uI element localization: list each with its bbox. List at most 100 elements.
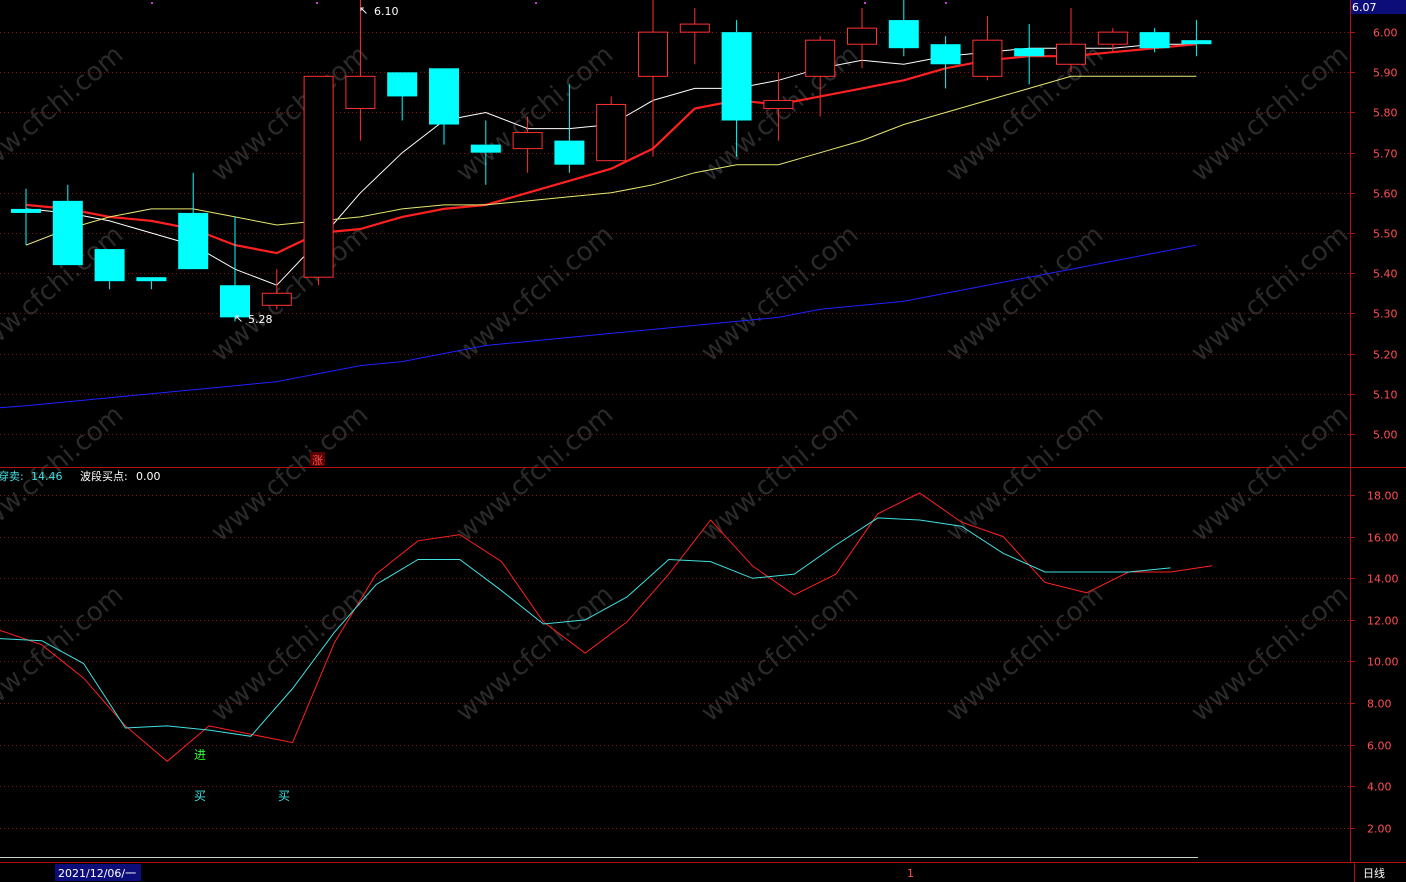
- candle-body-down: [11, 208, 41, 213]
- indicator-tick-label: 6.00: [1367, 740, 1392, 753]
- signal-mai-2: 买: [278, 789, 290, 803]
- candle-body-up: [596, 103, 627, 162]
- indicator-tick-label: 18.00: [1367, 490, 1399, 503]
- candle: [1181, 20, 1212, 57]
- candle-body-up: [303, 75, 334, 278]
- top-tick-marks: [151, 2, 947, 4]
- candle-body-up: [261, 292, 292, 306]
- candle: [930, 36, 961, 89]
- candle-body-down: [94, 249, 125, 282]
- price-tick-label: 5.20: [1373, 349, 1398, 362]
- candle-body-up: [1097, 31, 1128, 45]
- period-label[interactable]: 日线: [1363, 866, 1385, 880]
- candle-body-up: [847, 27, 877, 45]
- price-tick-label: 6.00: [1373, 27, 1398, 40]
- ma-blue-line: [25, 244, 1197, 407]
- price-tick-label: 5.80: [1373, 107, 1398, 120]
- candle-body-down: [178, 212, 209, 270]
- ind-red-line: [0, 492, 1213, 762]
- cursor-label: 1: [907, 867, 914, 880]
- watermark-text: www.cfchi.com: [0, 40, 129, 188]
- candle-body-up: [805, 39, 836, 77]
- watermark-text: www.cfchi.com: [206, 580, 375, 728]
- candle-body-down: [136, 277, 167, 282]
- watermark-text: www.cfchi.com: [1186, 580, 1355, 728]
- indicator-label-2: 波段买点:: [80, 469, 128, 483]
- price-tick-label: 5.30: [1373, 308, 1398, 321]
- high-arrow: ↖: [359, 4, 368, 17]
- low-price-annotation: ↖ 5.28: [234, 312, 273, 326]
- price-tick-label: 5.90: [1373, 67, 1398, 80]
- candle-body-down: [470, 144, 501, 153]
- low-price-label: 5.28: [248, 313, 273, 326]
- signal-jin: 进: [194, 748, 206, 762]
- candle: [303, 75, 334, 286]
- indicator-tick-label: 12.00: [1367, 615, 1399, 628]
- candle-body-up: [679, 23, 710, 33]
- watermark-text: www.cfchi.com: [941, 580, 1110, 728]
- candle: [1056, 8, 1086, 73]
- candle-body-up: [1056, 43, 1086, 65]
- candle: [638, 0, 668, 157]
- candle-body-up: [345, 75, 376, 109]
- indicator-tick-label: 2.00: [1367, 823, 1392, 836]
- candle-body-up: [638, 31, 668, 77]
- watermarks: www.cfchi.com www.cfchi.com www.cfchi.com w…: [0, 40, 1354, 728]
- indicator-tick-label: 8.00: [1367, 698, 1392, 711]
- price-axis: 6.00 5.90 5.80 5.70 5.60 5.50 5.40 5.30 5.20 5.10…: [1350, 27, 1398, 442]
- watermark-text: www.cfchi.com: [451, 40, 620, 188]
- watermark-text: www.cfchi.com: [206, 400, 375, 548]
- watermark-text: www.cfchi.com: [941, 220, 1110, 368]
- low-arrow: ↖: [234, 312, 243, 325]
- watermark-text: www.cfchi.com: [451, 400, 620, 548]
- watermark-text: www.cfchi.com: [1186, 40, 1355, 188]
- candle: [1014, 24, 1045, 85]
- high-price-annotation: ↖ 6.10: [359, 4, 399, 18]
- candle: [178, 172, 209, 270]
- candle-body-down: [554, 140, 585, 165]
- candle-body-down: [930, 44, 961, 65]
- indicator-tick-label: 14.00: [1367, 573, 1399, 586]
- watermark-text: www.cfchi.com: [941, 400, 1110, 548]
- indicator-axis: 18.00 16.00 14.00 12.00 10.00 8.00 6.00 4.00 2.0…: [1350, 490, 1399, 836]
- candle-body-down: [429, 68, 459, 125]
- date-label: 2021/12/06/一: [58, 867, 136, 880]
- watermark-text: www.cfchi.com: [451, 580, 620, 728]
- price-tick-label: 5.70: [1373, 148, 1398, 161]
- watermark-text: www.cfchi.com: [696, 400, 865, 548]
- watermark-text: www.cfchi.com: [1186, 400, 1355, 548]
- header-value: 6.07: [1352, 1, 1377, 14]
- candle-body-down: [1181, 40, 1212, 45]
- price-tick-label: 5.40: [1373, 268, 1398, 281]
- indicator-value-1: 14.46: [31, 470, 63, 483]
- indicator-value-2: 0.00: [136, 470, 161, 483]
- indicator-label-1: 穿卖:: [0, 469, 24, 483]
- indicator-grid: [0, 495, 1350, 829]
- indicator-tick-label: 4.00: [1367, 781, 1392, 794]
- candle-body-down: [52, 200, 83, 266]
- price-tick-label: 5.50: [1373, 228, 1398, 241]
- watermark-text: www.cfchi.com: [696, 220, 865, 368]
- watermark-text: www.cfchi.com: [0, 580, 129, 728]
- candle: [52, 184, 83, 266]
- candle: [596, 96, 627, 162]
- price-tick-label: 5.60: [1373, 188, 1398, 201]
- indicator-tick-label: 10.00: [1367, 656, 1399, 669]
- candle: [679, 8, 710, 65]
- price-tick-label: 5.00: [1373, 429, 1398, 442]
- candle: [11, 188, 41, 246]
- stock-chart: www.cfchi.com www.cfchi.com www.cfchi.com w…: [0, 0, 1406, 882]
- candle: [429, 68, 459, 145]
- candle-body-up: [972, 39, 1003, 77]
- candle: [220, 216, 250, 322]
- indicator-tick-label: 16.00: [1367, 532, 1399, 545]
- watermark-text: www.cfchi.com: [206, 40, 375, 188]
- candle-body-down: [888, 20, 919, 49]
- candle: [136, 277, 167, 290]
- candle-body-up: [512, 132, 543, 150]
- signal-mai-1: 买: [194, 789, 206, 803]
- candle-body-down: [721, 32, 752, 121]
- watermark-text: www.cfchi.com: [451, 220, 620, 368]
- watermark-text: www.cfchi.com: [1186, 220, 1355, 368]
- watermark-text: www.cfchi.com: [696, 580, 865, 728]
